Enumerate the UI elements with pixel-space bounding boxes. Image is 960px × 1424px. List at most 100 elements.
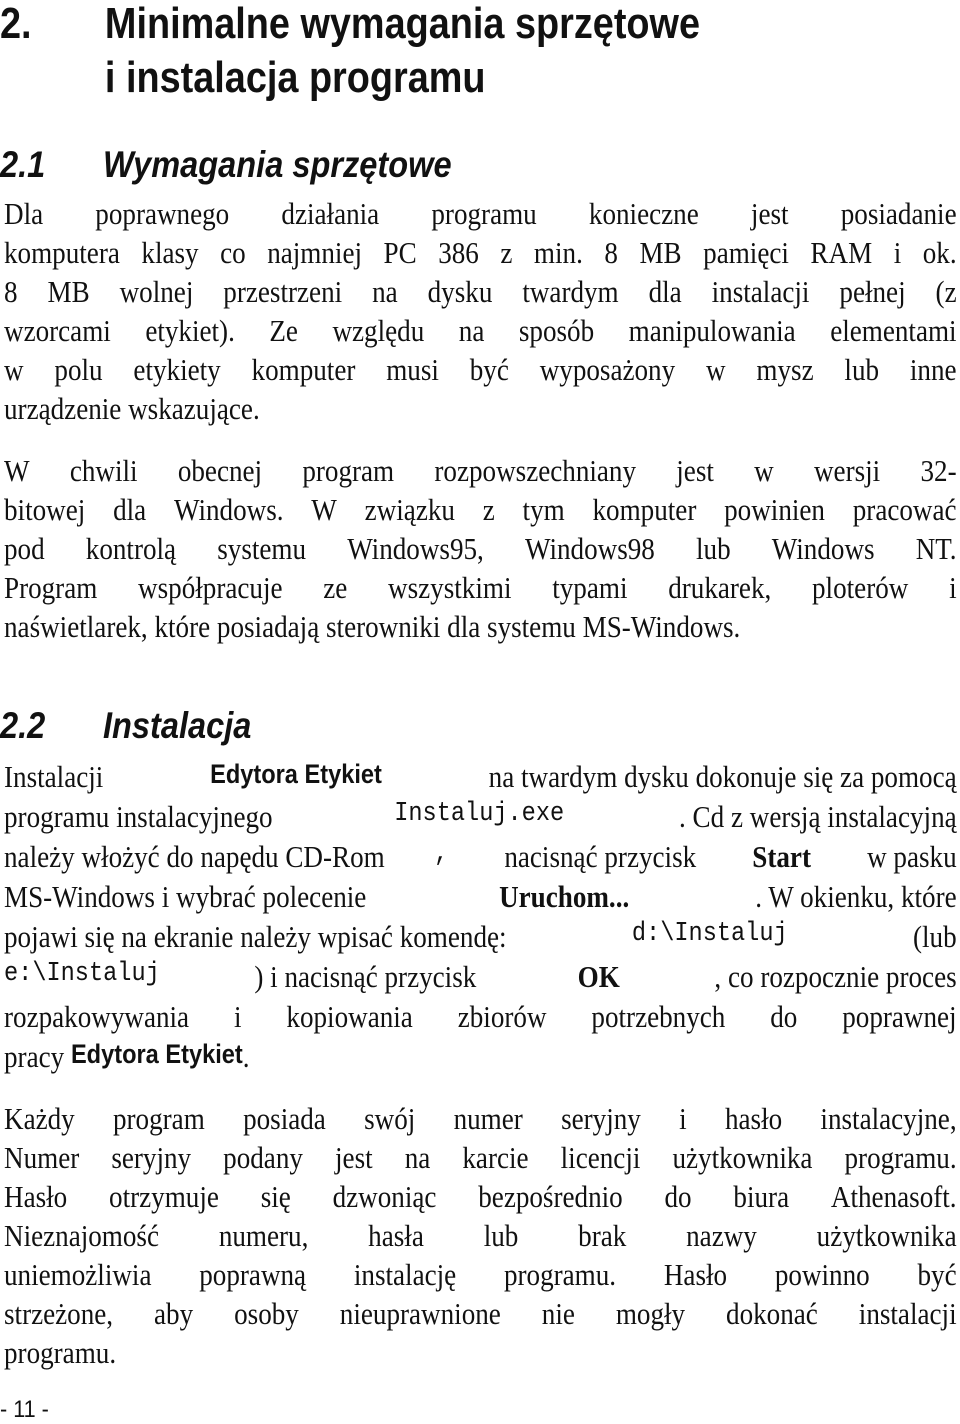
word: na <box>372 274 398 309</box>
text-line: Numer seryjny podany jest na karcie licencji uż… <box>4 1142 957 1173</box>
word: i <box>679 1101 687 1136</box>
section-number: 2.1 <box>0 144 46 185</box>
word: lub <box>844 352 880 387</box>
text-line: naświetlarek, które posiadają sterowniki… <box>4 611 957 642</box>
word: pamięci <box>703 235 789 270</box>
word: 32- <box>920 453 957 488</box>
word: inne <box>909 352 957 387</box>
word: ze <box>323 570 348 605</box>
text-line: 8 MB wolnej przestrzeni na dysku twardym dla ins… <box>4 276 957 307</box>
word: z <box>500 235 513 270</box>
word: Numer <box>4 1140 80 1175</box>
text-line: pod kontrolą systemu Windows95, Windows98 lub… <box>4 533 957 564</box>
word: Athenasoft. <box>830 1179 957 1214</box>
word: Hasło <box>663 1257 728 1292</box>
word: nazwy <box>686 1218 757 1253</box>
word: bezpośrednio <box>478 1179 623 1214</box>
word: musi <box>386 352 439 387</box>
word: w <box>705 352 726 387</box>
text-span: na twardym dysku dokonuje się za pomocą <box>481 759 957 794</box>
text-span: , co rozpocznie proces <box>714 959 957 994</box>
word: ok. <box>922 235 957 270</box>
word: posiada <box>243 1101 326 1136</box>
word: wersji <box>813 453 881 488</box>
word: klasy <box>141 235 199 270</box>
word: przestrzeni <box>223 274 343 309</box>
word: PC <box>383 235 417 270</box>
chapter-title: 2. Minimalne wymagania sprzętowe <box>0 2 700 46</box>
word: w <box>4 352 24 387</box>
word: seryjny <box>111 1140 192 1175</box>
word: instalacji <box>858 1296 957 1331</box>
word: mysz <box>756 352 814 387</box>
word: tym <box>522 492 565 527</box>
word: względu <box>332 313 425 348</box>
word: typami <box>552 570 628 605</box>
word: MB <box>639 235 682 270</box>
word: chwili <box>69 453 138 488</box>
word: użytkownika <box>816 1218 957 1253</box>
word: zbiorów <box>457 999 547 1034</box>
word: RAM <box>810 235 873 270</box>
word: jest <box>676 453 714 488</box>
word: dokonać <box>726 1296 818 1331</box>
text-line: strzeżone, aby osoby nieuprawnione nie mogły d… <box>4 1298 957 1329</box>
word: wyposażony <box>539 352 676 387</box>
word: Dla <box>4 196 44 231</box>
word: NT. <box>915 531 957 566</box>
text-line: Dla poprawnego działania programu konieczne j… <box>4 198 957 229</box>
word: hasło <box>724 1101 783 1136</box>
word: 386 <box>438 235 479 270</box>
command-e-drive: e:\Instaluj <box>4 959 160 989</box>
word: na <box>458 313 485 348</box>
word: mogły <box>615 1296 686 1331</box>
word: twardym <box>522 274 619 309</box>
word: poprawną <box>199 1257 307 1292</box>
word: programu <box>431 196 537 231</box>
section-heading-2-2: 2.2 Instalacja <box>0 707 251 744</box>
command-d-drive: d:\Instaluj <box>631 919 788 949</box>
word: lub <box>483 1218 519 1253</box>
word: Windows. <box>173 492 284 527</box>
word: komputer <box>251 352 356 387</box>
word: osoby <box>234 1296 299 1331</box>
text-span: pracy <box>4 1039 71 1074</box>
ok-button-label: OK <box>577 959 620 994</box>
text-line: urządzenie wskazujące. <box>4 393 957 424</box>
text-span: Instalacji <box>4 759 111 794</box>
section-title: Wymagania sprzętowe <box>102 144 452 185</box>
word: co <box>220 235 246 270</box>
word: być <box>469 352 509 387</box>
word: numeru, <box>218 1218 309 1253</box>
word: pracować <box>852 492 957 527</box>
text-span: . <box>242 1039 250 1074</box>
text-line: Instalacji Edytora Etykiet na twardym dy… <box>4 759 957 794</box>
start-button-label: Start <box>752 839 811 874</box>
product-name: Edytora Etykiet <box>70 1039 243 1069</box>
text-line: bitowej dla Windows. Wzwiązku z tym komputer po… <box>4 494 957 525</box>
word: wolnej <box>119 274 194 309</box>
run-command-label: Uruchom... <box>499 879 630 914</box>
word: licencji <box>560 1140 641 1175</box>
word: jest <box>335 1140 373 1175</box>
word: Nieznajomość <box>4 1218 159 1253</box>
word: poprawnego <box>95 196 230 231</box>
text-span: . Cd z wersją instalacyjną <box>679 799 957 834</box>
word: min. <box>533 235 583 270</box>
word: otrzymuje <box>109 1179 219 1214</box>
word: Program <box>4 570 98 605</box>
word: programu. <box>503 1257 617 1292</box>
page-number: - 11 - <box>0 1396 49 1423</box>
word: lub <box>696 531 731 566</box>
text-line: Nieznajomość numeru, hasła lub brak nazwy użyt… <box>4 1220 957 1251</box>
word: i <box>233 999 242 1034</box>
word: najmniej <box>267 235 363 270</box>
word: dla <box>113 492 147 527</box>
word: podany <box>223 1140 303 1175</box>
word: systemu <box>217 531 307 566</box>
word: się <box>260 1179 291 1214</box>
text-span: należy włożyć do napędu CD-Rom <box>4 839 385 874</box>
word: 8 <box>4 274 18 309</box>
text-span: nacisnąć przycisk <box>497 839 703 874</box>
word: wszystkimi <box>388 570 512 605</box>
